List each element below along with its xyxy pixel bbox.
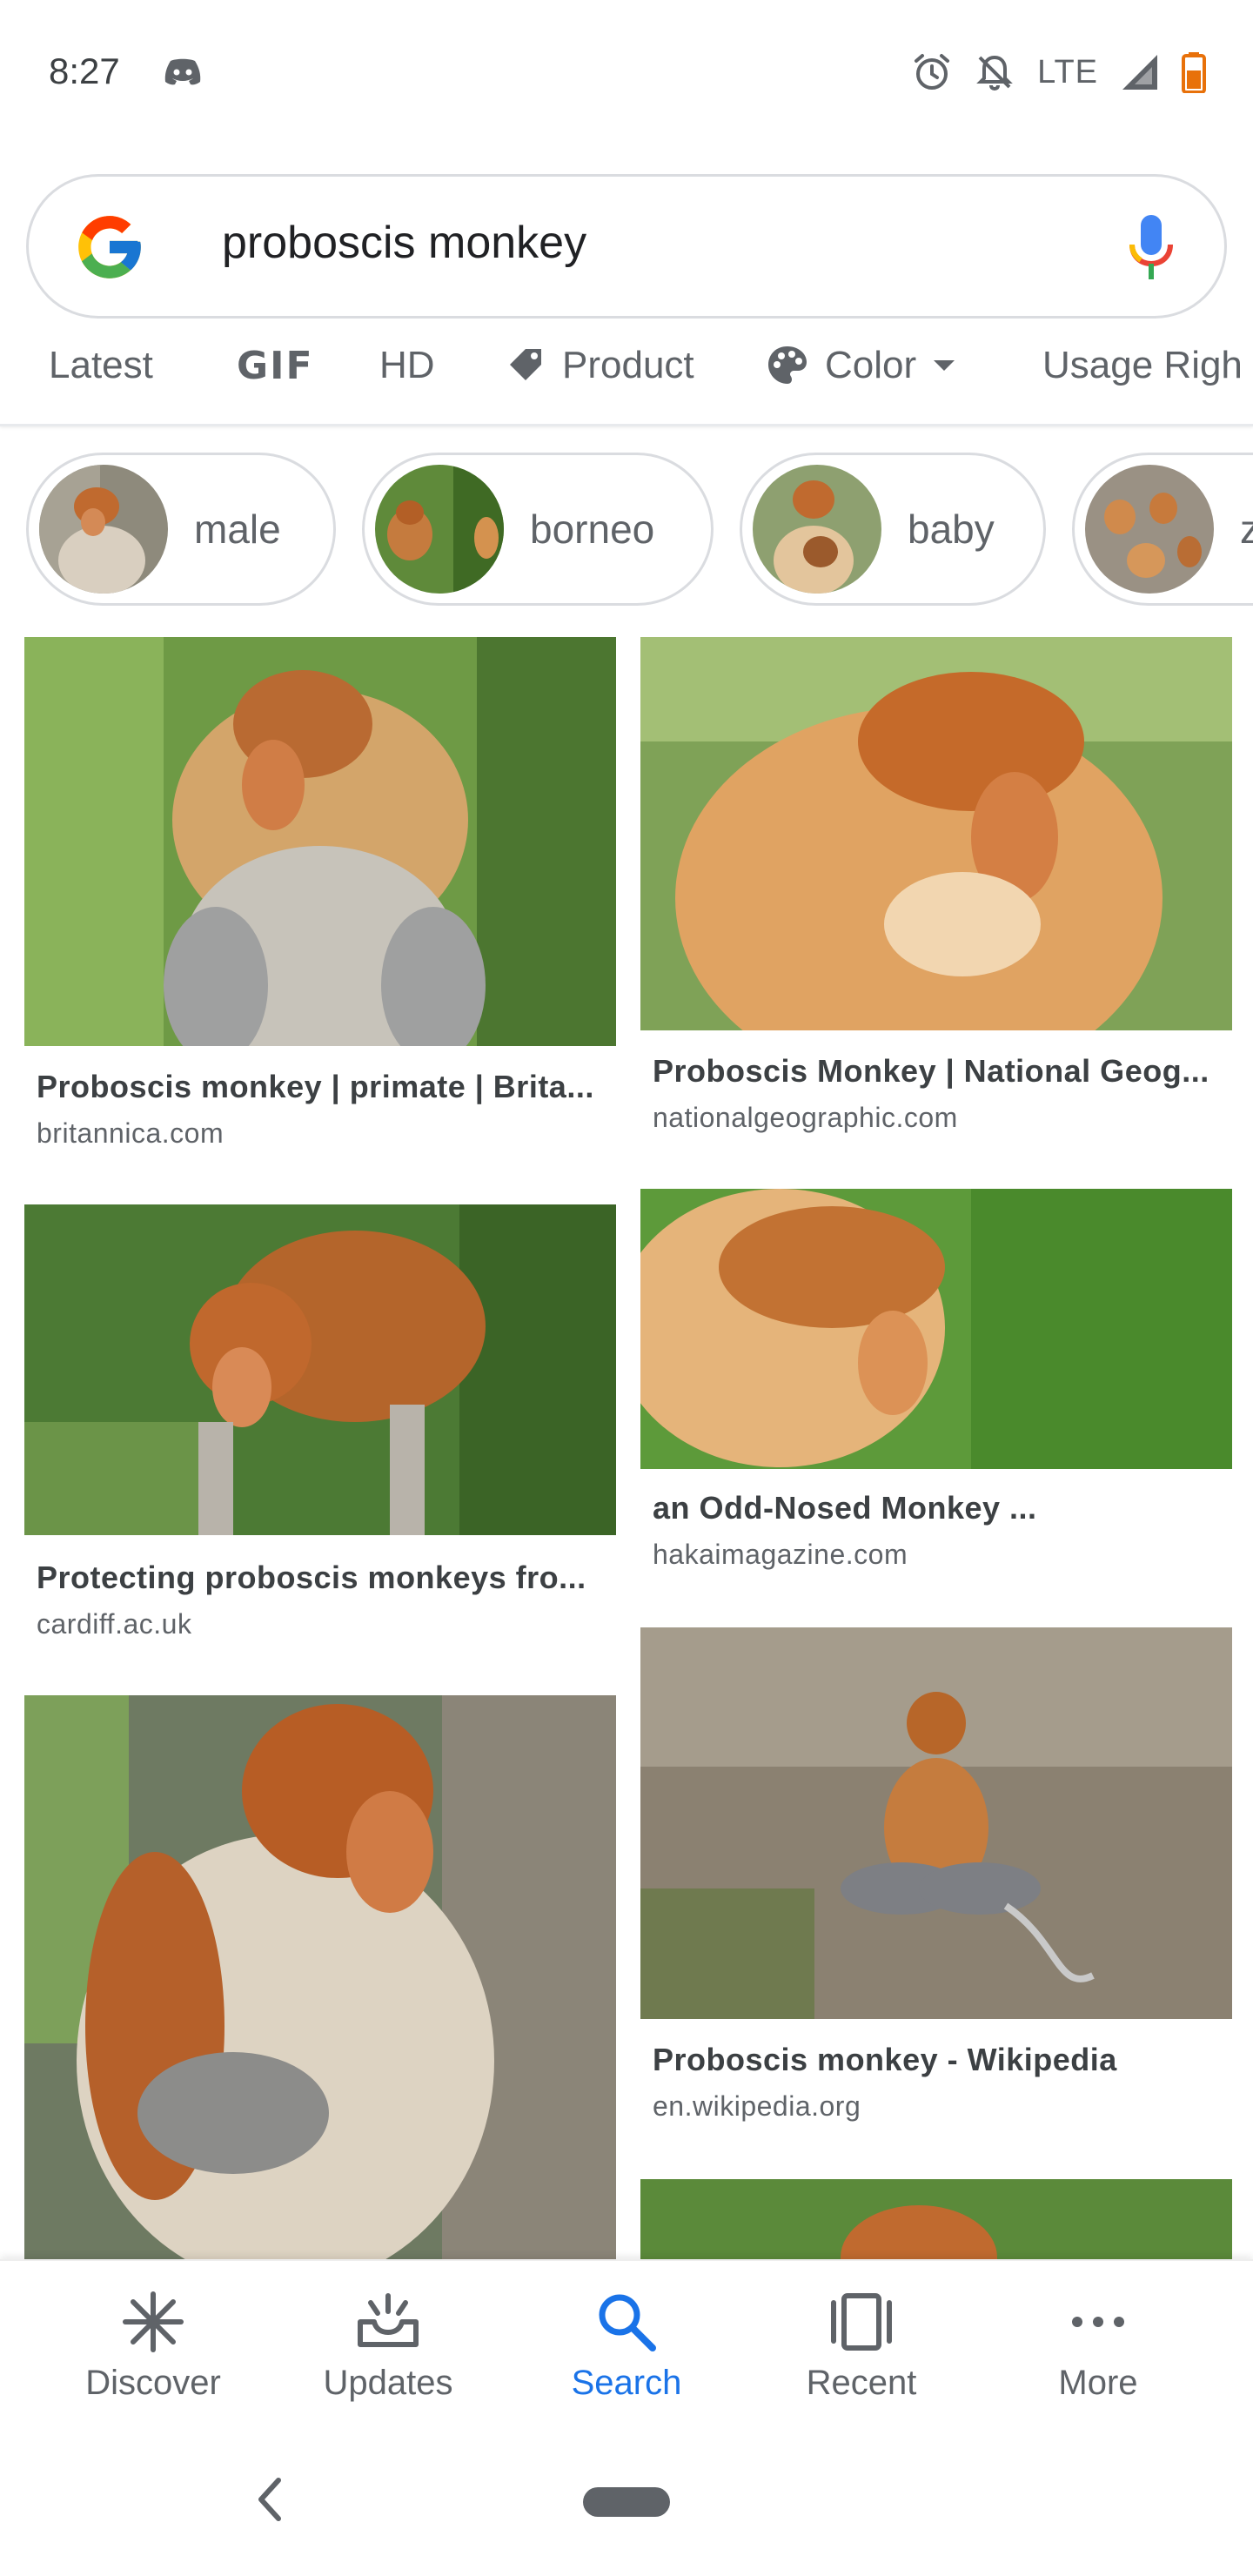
status-icons: LTE [912,50,1206,94]
nav-more[interactable]: More [985,2287,1211,2418]
search-icon [599,2294,656,2351]
filter-label: Latest [49,344,153,386]
chevron-down-icon [934,360,955,371]
filter-color[interactable]: Color [766,339,960,392]
chip-label: male [194,506,281,552]
filter-product[interactable]: Product [506,339,694,392]
chip-thumbnail [39,465,168,594]
chip-label: borneo [530,506,655,552]
image-result[interactable]: Proboscis monkey - Wikipedia en.wikipedi… [640,1627,1232,2123]
nav-discover[interactable]: Discover [40,2287,266,2418]
battery-icon [1182,52,1206,93]
asterisk-icon [123,2291,184,2352]
signal-icon [1122,55,1157,90]
filter-gif[interactable]: GIF [237,339,314,392]
image-result[interactable] [640,2179,1232,2259]
related-searches: male borneo baby z [0,453,1253,609]
gif-icon: GIF [237,343,314,388]
home-handle[interactable] [583,2487,670,2517]
filter-label: HD [379,344,435,386]
filter-label: Product [562,344,694,386]
nav-label: Search [571,2364,682,2402]
network-type: LTE [1037,53,1098,91]
result-image [24,637,616,1046]
result-title[interactable]: Proboscis Monkey | National Geog... [653,1053,1227,1090]
nav-label: Updates [323,2364,453,2402]
result-domain: hakaimagazine.com [653,1539,908,1570]
recent-cards-icon [831,2293,892,2351]
image-result[interactable]: Proboscis monkey | primate | Brita... br… [24,637,616,1159]
status-time: 8:27 [49,50,120,91]
nav-recent[interactable]: Recent [748,2287,975,2418]
more-dots-icon [1072,2317,1124,2327]
chip-z[interactable]: z [1072,453,1253,606]
image-result[interactable]: Proboscis Monkey | National Geog... nati… [640,637,1232,1142]
result-domain: nationalgeographic.com [653,1102,958,1133]
result-domain: en.wikipedia.org [653,2090,861,2122]
nav-label: More [1058,2364,1138,2402]
search-input[interactable]: proboscis monkey [222,217,586,269]
chip-thumbnail [753,465,881,594]
image-result[interactable] [24,1695,616,2259]
filter-usage-rights[interactable]: Usage Righ [1042,339,1243,392]
result-title[interactable]: Proboscis monkey | primate | Brita... [37,1069,611,1105]
chip-label: baby [908,506,995,552]
chip-thumbnail [375,465,504,594]
result-title[interactable]: Proboscis monkey - Wikipedia [653,2042,1227,2078]
palette-icon [768,346,807,384]
chip-label: z [1240,506,1253,552]
filter-bar: Latest GIF HD Product Color Usage Righ [0,339,1253,426]
result-image [640,2179,1232,2259]
discord-icon [164,58,201,85]
result-domain: britannica.com [37,1117,224,1149]
nav-search[interactable]: Search [513,2287,740,2418]
back-icon[interactable] [252,2473,287,2526]
alarm-icon [915,54,950,90]
tag-icon [510,349,541,380]
search-bar[interactable]: proboscis monkey [26,174,1227,319]
chip-baby[interactable]: baby [740,453,1046,606]
filter-label: Color [825,344,917,386]
nav-label: Discover [85,2364,221,2402]
result-domain: cardiff.ac.uk [37,1608,192,1640]
result-title[interactable]: Protecting proboscis monkeys fro... [37,1560,611,1596]
inbox-sparkle-icon [358,2293,419,2347]
filter-label: Usage Righ [1042,344,1243,386]
result-image [640,1627,1232,2019]
bottom-navigation: Discover Updates Search Recent More [0,2259,1253,2433]
chip-male[interactable]: male [26,453,336,606]
result-image [640,637,1232,1030]
result-image [640,1189,1232,1469]
nav-label: Recent [806,2364,917,2402]
image-result[interactable]: an Odd-Nosed Monkey ... hakaimagazine.co… [640,1189,1232,1572]
google-logo-icon [78,216,141,278]
status-bar: 8:27 LTE [0,0,1253,148]
nav-updates[interactable]: Updates [275,2287,501,2418]
system-navigation [0,2433,1253,2576]
notifications-off-icon [976,55,1013,91]
chip-borneo[interactable]: borneo [362,453,714,606]
result-image [24,1695,616,2259]
result-image [24,1204,616,1535]
microphone-icon[interactable] [1127,213,1176,283]
filter-latest[interactable]: Latest [49,339,153,392]
chip-thumbnail [1085,465,1214,594]
image-result[interactable]: Protecting proboscis monkeys fro... card… [24,1204,616,1657]
filter-hd[interactable]: HD [379,339,435,392]
result-title[interactable]: an Odd-Nosed Monkey ... [653,1490,1227,1526]
